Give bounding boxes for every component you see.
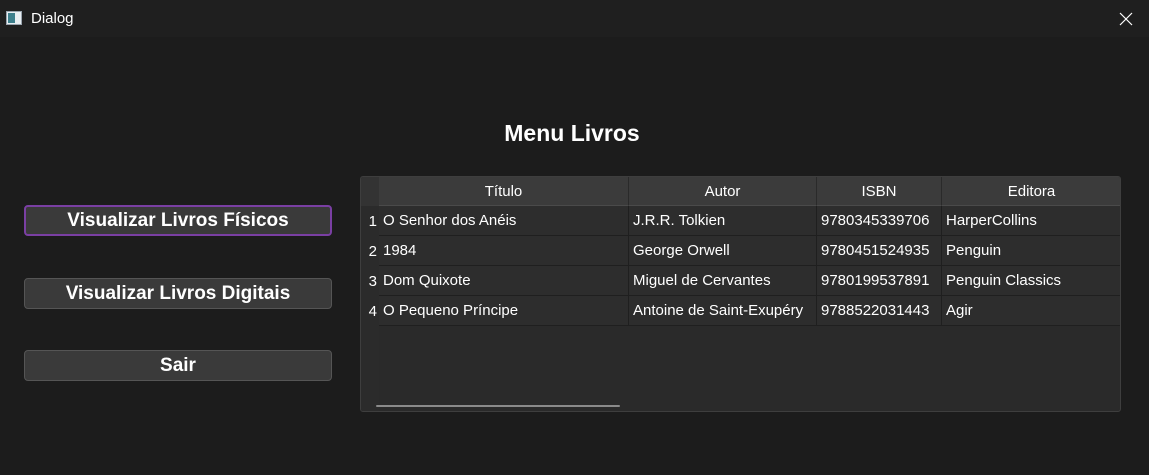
column-header-titulo[interactable]: Título — [379, 177, 629, 206]
row-header[interactable]: 2 — [361, 236, 379, 266]
table-corner-button[interactable] — [361, 177, 379, 206]
table-cell-autor[interactable]: J.R.R. Tolkien — [629, 206, 817, 236]
table-cell-autor[interactable]: George Orwell — [629, 236, 817, 266]
window-title: Dialog — [31, 10, 74, 27]
exit-button[interactable]: Sair — [24, 350, 332, 381]
window-app-icon — [6, 11, 22, 25]
table-cell-isbn[interactable]: 9788522031443 — [817, 296, 942, 326]
view-digital-books-button[interactable]: Visualizar Livros Digitais — [24, 278, 332, 309]
table-cell-autor[interactable]: Miguel de Cervantes — [629, 266, 817, 296]
row-header[interactable]: 3 — [361, 266, 379, 296]
table-cell-titulo[interactable]: O Senhor dos Anéis — [379, 206, 629, 236]
table-cell-isbn[interactable]: 9780345339706 — [817, 206, 942, 236]
table-cell-titulo[interactable]: Dom Quixote — [379, 266, 629, 296]
table-cell-titulo[interactable]: 1984 — [379, 236, 629, 266]
table-cell-editora[interactable]: HarperCollins — [942, 206, 1120, 236]
books-table[interactable]: Título Autor ISBN Editora 1 O Senhor dos… — [360, 176, 1121, 412]
close-button[interactable] — [1103, 0, 1149, 37]
row-header[interactable]: 1 — [361, 206, 379, 236]
table-cell-titulo[interactable]: O Pequeno Príncipe — [379, 296, 629, 326]
page-title: Menu Livros — [504, 120, 640, 146]
table-cell-editora[interactable]: Penguin Classics — [942, 266, 1120, 296]
column-header-autor[interactable]: Autor — [629, 177, 817, 206]
close-icon — [1119, 12, 1133, 25]
table-cell-editora[interactable]: Agir — [942, 296, 1120, 326]
table-cell-autor[interactable]: Antoine de Saint-Exupéry — [629, 296, 817, 326]
row-header[interactable]: 4 — [361, 296, 379, 326]
table-cell-isbn[interactable]: 9780451524935 — [817, 236, 942, 266]
table-cell-editora[interactable]: Penguin — [942, 236, 1120, 266]
view-physical-books-button[interactable]: Visualizar Livros Físicos — [24, 205, 332, 236]
column-header-isbn[interactable]: ISBN — [817, 177, 942, 206]
title-bar: Dialog — [0, 0, 1149, 37]
table-cell-isbn[interactable]: 9780199537891 — [817, 266, 942, 296]
column-header-editora[interactable]: Editora — [942, 177, 1120, 206]
horizontal-scrollbar[interactable] — [376, 405, 620, 407]
